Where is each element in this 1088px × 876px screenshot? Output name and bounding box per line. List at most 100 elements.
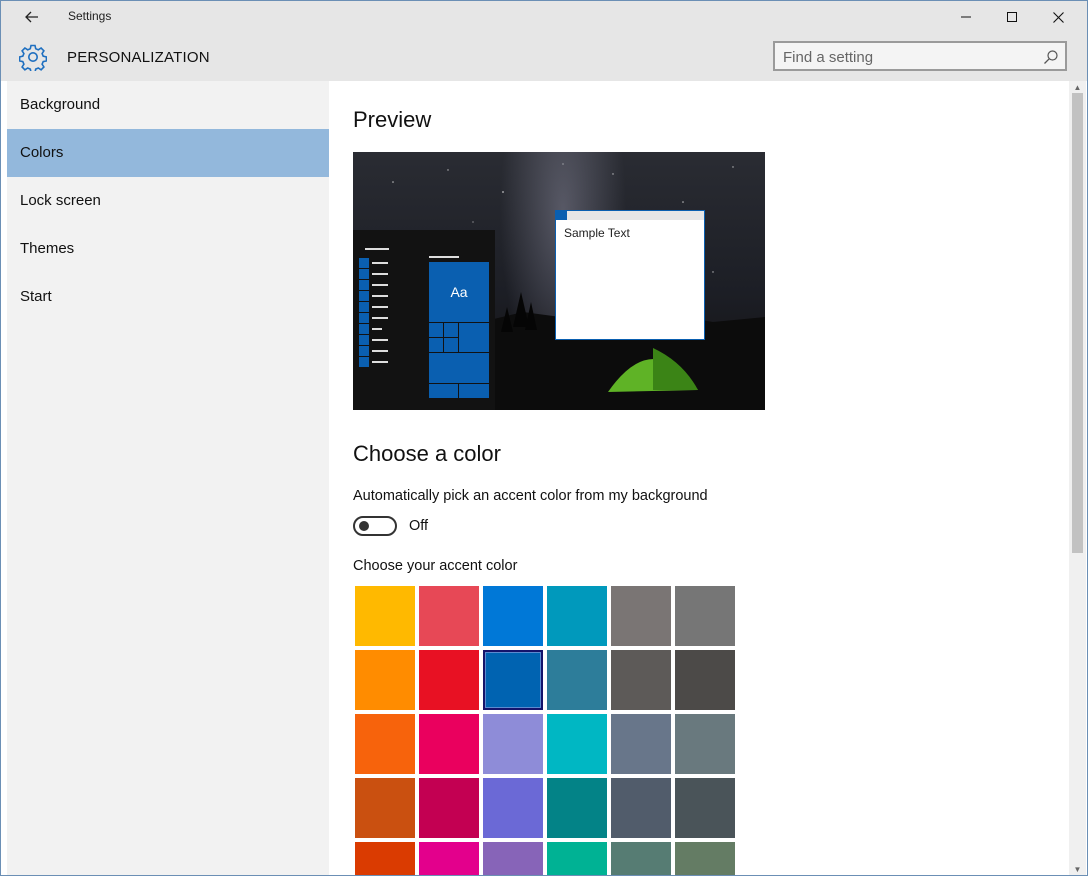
minimize-icon — [961, 16, 971, 18]
preview-large-tile: Aa — [429, 262, 489, 322]
scrollbar-thumb[interactable] — [1072, 93, 1083, 553]
accent-color-swatch[interactable] — [611, 714, 671, 774]
search-icon[interactable] — [1043, 49, 1059, 65]
close-button[interactable] — [1035, 1, 1081, 33]
accent-color-swatch[interactable] — [675, 714, 735, 774]
accent-color-swatch[interactable] — [675, 842, 735, 875]
accent-color-swatch[interactable] — [483, 842, 543, 875]
accent-color-swatch[interactable] — [611, 842, 671, 875]
tile-text: Aa — [450, 284, 468, 300]
sidebar-item-themes[interactable]: Themes — [7, 225, 329, 273]
theme-preview: Aa Sample Text — [353, 152, 765, 410]
page-title: PERSONALIZATION — [67, 49, 210, 66]
accent-color-grid — [353, 584, 743, 875]
preview-app-list — [359, 248, 389, 370]
accent-color-swatch[interactable] — [355, 842, 415, 875]
preview-start-menu: Aa — [353, 230, 495, 410]
sample-window-titlebar — [556, 211, 704, 220]
accent-color-swatch[interactable] — [355, 586, 415, 646]
back-button[interactable] — [15, 6, 49, 28]
list-item — [429, 384, 458, 398]
accent-color-swatch[interactable] — [355, 650, 415, 710]
accent-color-swatch[interactable] — [483, 778, 543, 838]
accent-color-swatch[interactable] — [355, 778, 415, 838]
auto-pick-label: Automatically pick an accent color from … — [353, 488, 708, 504]
sidebar: Background Colors Lock screen Themes Sta… — [7, 81, 329, 875]
accent-color-swatch[interactable] — [675, 586, 735, 646]
sidebar-item-label: Background — [20, 96, 101, 113]
accent-color-swatch[interactable] — [355, 714, 415, 774]
accent-color-swatch[interactable] — [675, 650, 735, 710]
scroll-down-arrow-icon[interactable]: ▼ — [1069, 863, 1086, 875]
content-scrollbar[interactable]: ▲ ▼ — [1069, 81, 1086, 875]
sidebar-item-start[interactable]: Start — [7, 273, 329, 321]
list-item — [359, 324, 369, 334]
accent-color-swatch[interactable] — [675, 778, 735, 838]
accent-color-swatch[interactable] — [547, 586, 607, 646]
scroll-up-arrow-icon[interactable]: ▲ — [1069, 81, 1086, 93]
sidebar-item-colors[interactable]: Colors — [7, 129, 329, 177]
accent-color-swatch[interactable] — [611, 650, 671, 710]
list-item — [429, 338, 443, 352]
accent-color-swatch[interactable] — [611, 778, 671, 838]
main-content: Preview Aa Sample Text Choose a color Au… — [329, 81, 1069, 875]
search-input[interactable] — [783, 47, 1033, 67]
maximize-button[interactable] — [989, 1, 1035, 33]
sidebar-item-background[interactable]: Background — [7, 81, 329, 129]
accent-color-label: Choose your accent color — [353, 558, 518, 574]
list-item — [459, 323, 489, 352]
accent-color-swatch[interactable] — [419, 842, 479, 875]
auto-pick-toggle[interactable] — [353, 516, 397, 536]
accent-color-swatch[interactable] — [483, 650, 543, 710]
maximize-icon — [1007, 12, 1017, 22]
preview-tiles: Aa — [429, 256, 489, 398]
list-item — [372, 306, 388, 308]
list-item — [372, 273, 388, 275]
list-item — [365, 248, 389, 250]
sidebar-item-label: Colors — [20, 144, 64, 161]
list-item — [459, 384, 489, 398]
accent-color-swatch[interactable] — [483, 586, 543, 646]
accent-color-swatch[interactable] — [419, 586, 479, 646]
accent-color-swatch[interactable] — [419, 714, 479, 774]
accent-color-swatch[interactable] — [611, 586, 671, 646]
list-item — [444, 323, 458, 337]
title-bar: Settings — [1, 1, 1087, 33]
list-item — [429, 323, 443, 337]
gear-icon — [19, 44, 47, 71]
accent-color-swatch[interactable] — [419, 778, 479, 838]
accent-color-swatch[interactable] — [419, 650, 479, 710]
list-item — [372, 350, 388, 352]
list-item — [372, 284, 388, 286]
list-item — [359, 302, 369, 312]
list-item — [372, 328, 382, 330]
accent-color-swatch[interactable] — [547, 650, 607, 710]
sidebar-item-label: Lock screen — [20, 192, 101, 209]
list-item — [444, 338, 458, 352]
accent-color-swatch[interactable] — [547, 778, 607, 838]
list-item — [372, 262, 388, 264]
search-box[interactable] — [773, 41, 1067, 71]
list-item — [359, 269, 369, 279]
list-item — [359, 280, 369, 290]
sidebar-item-label: Start — [20, 288, 52, 305]
accent-color-swatch[interactable] — [483, 714, 543, 774]
settings-window: Settings PERSONALIZATION Backg — [0, 0, 1088, 876]
window-title: Settings — [68, 9, 112, 23]
close-icon — [1052, 11, 1064, 23]
list-item — [359, 346, 369, 356]
list-item — [372, 361, 388, 363]
list-item — [372, 317, 388, 319]
preview-sample-window: Sample Text — [555, 210, 705, 340]
list-item — [429, 353, 489, 383]
minimize-button[interactable] — [943, 1, 989, 33]
list-item — [359, 313, 369, 323]
list-item — [359, 258, 369, 268]
sample-text: Sample Text — [564, 226, 630, 240]
sidebar-item-lock-screen[interactable]: Lock screen — [7, 177, 329, 225]
preview-heading: Preview — [353, 107, 432, 132]
accent-color-swatch[interactable] — [547, 842, 607, 875]
list-item — [372, 339, 388, 341]
toggle-state-label: Off — [409, 518, 429, 534]
accent-color-swatch[interactable] — [547, 714, 607, 774]
